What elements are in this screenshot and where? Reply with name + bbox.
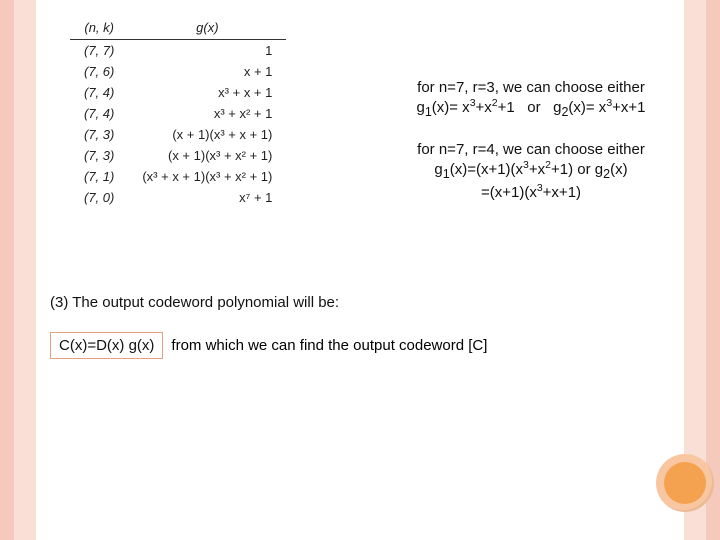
formula-row: C(x)=D(x) g(x) from which we can find th… xyxy=(50,332,487,359)
note-r3-line1: for n=7, r=3, we can choose either xyxy=(382,78,680,98)
table-header-nk: (n, k) xyxy=(70,18,128,40)
section-3-heading: (3) The output codeword polynomial will … xyxy=(50,294,339,311)
note-r4-line3: =(x+1)(x3+x+1) xyxy=(382,183,680,203)
cell-nk: (7, 0) xyxy=(70,187,128,208)
note-r4-line1: for n=7, r=4, we can choose either xyxy=(382,140,680,160)
note-r3-line2: g1(x)= x3+x2+1 or g2(x)= x3+x+1 xyxy=(382,98,680,121)
table-row: (7, 1)(x³ + x + 1)(x³ + x² + 1) xyxy=(70,166,286,187)
generator-poly-table: (n, k) g(x) (7, 7)1 (7, 6)x + 1 (7, 4)x³… xyxy=(70,18,286,208)
decor-stripe-left-outer xyxy=(0,0,14,540)
decor-stripe-left-inner xyxy=(14,0,36,540)
cell-nk: (7, 1) xyxy=(70,166,128,187)
table-row: (7, 3)(x + 1)(x³ + x + 1) xyxy=(70,124,286,145)
cell-g: x⁷ + 1 xyxy=(128,187,286,208)
formula-box: C(x)=D(x) g(x) xyxy=(50,332,163,359)
slide-content: (n, k) g(x) (7, 7)1 (7, 6)x + 1 (7, 4)x³… xyxy=(36,0,684,540)
cell-g: (x³ + x + 1)(x³ + x² + 1) xyxy=(128,166,286,187)
table-row: (7, 3)(x + 1)(x³ + x² + 1) xyxy=(70,145,286,166)
cell-g: (x + 1)(x³ + x + 1) xyxy=(128,124,286,145)
cell-nk: (7, 3) xyxy=(70,124,128,145)
table-header-g: g(x) xyxy=(128,18,286,40)
note-r4-line2: g1(x)=(x+1)(x3+x2+1) or g2(x) xyxy=(382,160,680,183)
table-row: (7, 4)x³ + x² + 1 xyxy=(70,103,286,124)
cell-g: x³ + x² + 1 xyxy=(128,103,286,124)
cell-nk: (7, 4) xyxy=(70,103,128,124)
table-row: (7, 0)x⁷ + 1 xyxy=(70,187,286,208)
table-row: (7, 4)x³ + x + 1 xyxy=(70,82,286,103)
decor-stripe-right-outer xyxy=(706,0,720,540)
cell-nk: (7, 4) xyxy=(70,82,128,103)
table-row: (7, 7)1 xyxy=(70,40,286,62)
cell-nk: (7, 7) xyxy=(70,40,128,62)
cell-g: (x + 1)(x³ + x² + 1) xyxy=(128,145,286,166)
cell-g: x + 1 xyxy=(128,61,286,82)
cell-nk: (7, 6) xyxy=(70,61,128,82)
formula-rest: from which we can find the output codewo… xyxy=(171,337,487,354)
cell-g: 1 xyxy=(128,40,286,62)
table-row: (7, 6)x + 1 xyxy=(70,61,286,82)
note-r3: for n=7, r=3, we can choose either g1(x)… xyxy=(382,78,680,121)
decor-circle-inner xyxy=(664,462,706,504)
cell-g: x³ + x + 1 xyxy=(128,82,286,103)
note-r4: for n=7, r=4, we can choose either g1(x)… xyxy=(382,140,680,203)
cell-nk: (7, 3) xyxy=(70,145,128,166)
